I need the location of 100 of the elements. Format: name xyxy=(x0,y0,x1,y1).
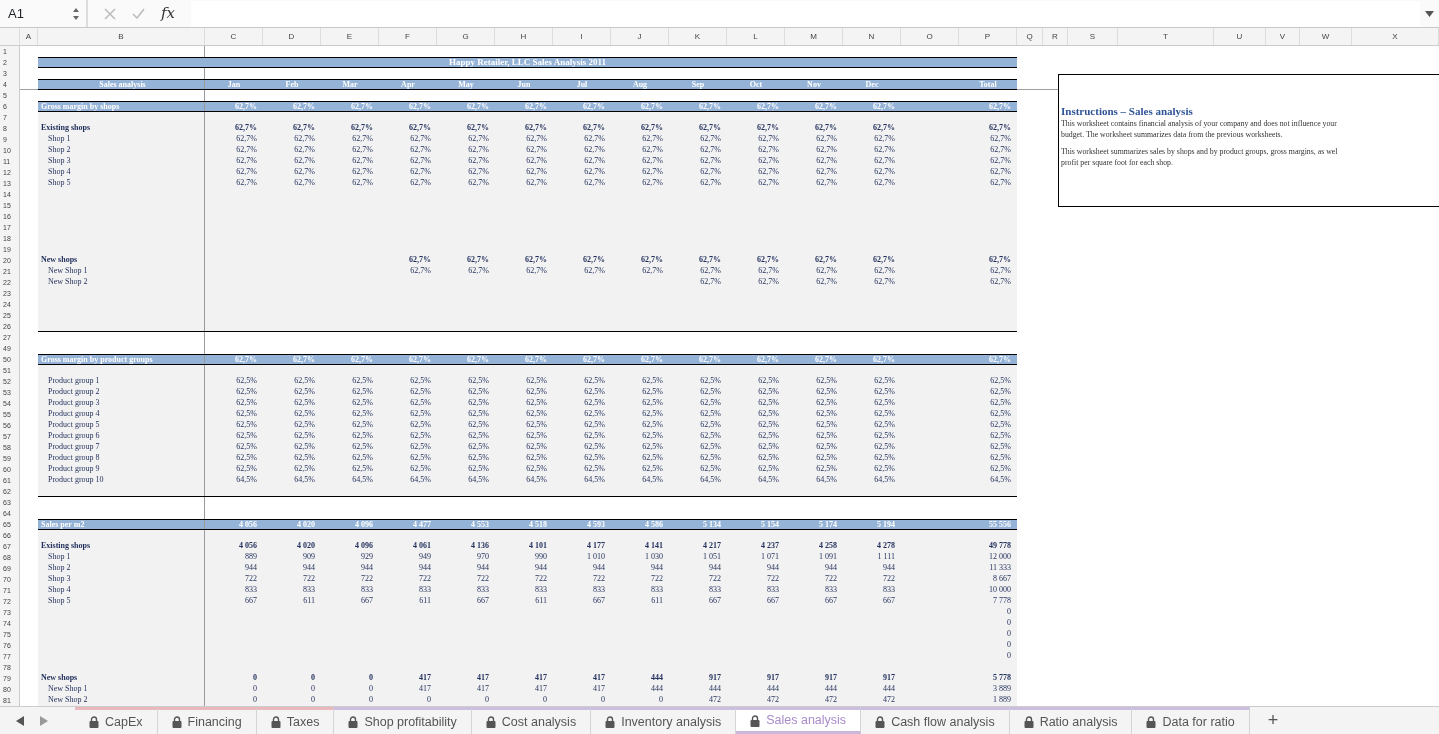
table-cell-text: 5 194 xyxy=(876,520,896,529)
table-cell-text: 62,5% xyxy=(757,387,780,398)
column-header[interactable]: X xyxy=(1352,28,1439,45)
column-header[interactable]: D xyxy=(263,28,321,45)
table-cell-text: 62,7% xyxy=(351,167,374,178)
table-cell-text: 62,7% xyxy=(699,167,722,178)
column-header[interactable]: R xyxy=(1043,28,1068,45)
sheet-tab[interactable]: Financing xyxy=(157,707,257,734)
table-cell-text: 62,7% xyxy=(989,145,1012,156)
table-cell-text: 62,5% xyxy=(409,387,432,398)
sheet-tab[interactable]: Taxes xyxy=(256,707,335,734)
next-sheet-icon[interactable] xyxy=(40,715,48,726)
column-title: Feb xyxy=(284,80,300,89)
table-cell-text: 1 889 xyxy=(992,695,1012,706)
table-cell-text: 62,7% xyxy=(756,355,780,364)
table-cell-text: 62,5% xyxy=(525,398,548,409)
table-cell-text: 64,5% xyxy=(873,475,896,486)
column-header[interactable]: H xyxy=(495,28,553,45)
table-cell-text: 722 xyxy=(708,574,722,585)
table-cell-text: 62,7% xyxy=(409,167,432,178)
table-cell-text: 62,5% xyxy=(525,464,548,475)
sheet-tab[interactable]: Data for ratio xyxy=(1132,707,1250,734)
table-cell-text: 62,7% xyxy=(815,134,838,145)
table-cell-text: 917 xyxy=(766,673,780,684)
formula-field[interactable] xyxy=(191,0,1420,27)
cancel-icon[interactable] xyxy=(104,7,116,20)
sheet-tab[interactable]: Inventory analysis xyxy=(591,707,737,734)
table-cell-text: 62,5% xyxy=(641,431,664,442)
table-cell-text: 4 477 xyxy=(412,520,432,529)
table-cell-text: 472 xyxy=(882,695,896,706)
table-cell-text: 62,7% xyxy=(641,145,664,156)
table-cell-text: 62,7% xyxy=(698,255,722,266)
table-cell-text: 62,7% xyxy=(293,167,316,178)
table-cell-text: 5 778 xyxy=(992,673,1012,684)
column-header[interactable]: T xyxy=(1118,28,1214,45)
table-cell-text: 62,5% xyxy=(641,387,664,398)
table-cell-text: 62,5% xyxy=(409,376,432,387)
previous-sheet-icon[interactable] xyxy=(16,715,24,726)
sheet-tab[interactable]: CapEx xyxy=(75,707,158,734)
table-cell-text: 64,5% xyxy=(351,475,374,486)
table-cell-text: 62,7% xyxy=(582,102,606,111)
sheet-tab[interactable]: Shop profitability xyxy=(334,707,472,734)
column-header[interactable]: N xyxy=(843,28,901,45)
table-cell-text: 62,7% xyxy=(583,134,606,145)
table-cell-text: 64,5% xyxy=(235,475,258,486)
table-cell-text: 62,5% xyxy=(699,453,722,464)
column-header[interactable]: C xyxy=(205,28,263,45)
table-cell-text: 62,7% xyxy=(988,123,1012,134)
lock-icon xyxy=(485,716,496,728)
table-cell-text: 62,5% xyxy=(351,398,374,409)
add-sheet-button[interactable]: + xyxy=(1259,707,1287,734)
table-cell-text: 62,7% xyxy=(873,266,896,277)
table-cell-text: 62,7% xyxy=(351,156,374,167)
table-cell-text: 889 xyxy=(244,552,258,563)
table-cell-text: 722 xyxy=(882,574,896,585)
column-header[interactable]: M xyxy=(785,28,843,45)
table-cell-text: 62,5% xyxy=(699,376,722,387)
column-header[interactable]: O xyxy=(901,28,959,45)
table-cell-text: 62,7% xyxy=(989,156,1012,167)
column-header[interactable]: E xyxy=(321,28,379,45)
column-header[interactable]: G xyxy=(437,28,495,45)
column-header[interactable]: J xyxy=(611,28,669,45)
column-header[interactable]: I xyxy=(553,28,611,45)
table-cell-text: 833 xyxy=(708,585,722,596)
table-cell-text: 62,7% xyxy=(466,355,490,364)
column-header[interactable]: U xyxy=(1214,28,1266,45)
check-icon[interactable] xyxy=(132,8,145,19)
function-button[interactable]: fx xyxy=(161,2,175,25)
table-cell-text: 62,5% xyxy=(699,387,722,398)
table-cell-text: 417 xyxy=(592,673,606,684)
table-cell-text: 417 xyxy=(534,684,548,695)
column-title: Sep xyxy=(690,80,706,89)
column-header[interactable]: Q xyxy=(1017,28,1043,45)
table-cell-text: 62,7% xyxy=(989,266,1012,277)
table-cell-text: 62,7% xyxy=(467,156,490,167)
table-cell-text: 62,5% xyxy=(815,420,838,431)
sheet-tab[interactable]: Ratio analysis xyxy=(1009,707,1133,734)
column-header[interactable]: S xyxy=(1068,28,1118,45)
column-header[interactable]: B xyxy=(38,28,205,45)
column-header[interactable]: K xyxy=(669,28,727,45)
column-header[interactable]: F xyxy=(379,28,437,45)
table-cell-text: 62,5% xyxy=(989,376,1012,387)
table-cell-text: 62,7% xyxy=(525,134,548,145)
sheet-tab[interactable]: Cost analysis xyxy=(471,707,592,734)
table-cell-text: 62,7% xyxy=(815,178,838,189)
table-cell-text: 1 051 xyxy=(702,552,722,563)
dropdown-icon[interactable] xyxy=(1425,10,1434,17)
table-cell-text: 62,7% xyxy=(350,102,374,111)
column-header[interactable]: V xyxy=(1266,28,1300,45)
sheet-tab[interactable]: Cash flow analysis xyxy=(861,707,1010,734)
column-header[interactable]: W xyxy=(1300,28,1352,45)
column-header[interactable]: P xyxy=(959,28,1017,45)
table-cell-text: 944 xyxy=(476,563,490,574)
table-cell-text: 62,7% xyxy=(350,355,374,364)
table-cell-text: 62,7% xyxy=(757,145,780,156)
table-cell-text: 4 237 xyxy=(760,541,780,552)
table-cell-text: 62,5% xyxy=(467,376,490,387)
column-header[interactable]: L xyxy=(727,28,785,45)
table-cell-text: 4 061 xyxy=(412,541,432,552)
column-header[interactable]: A xyxy=(20,28,38,45)
